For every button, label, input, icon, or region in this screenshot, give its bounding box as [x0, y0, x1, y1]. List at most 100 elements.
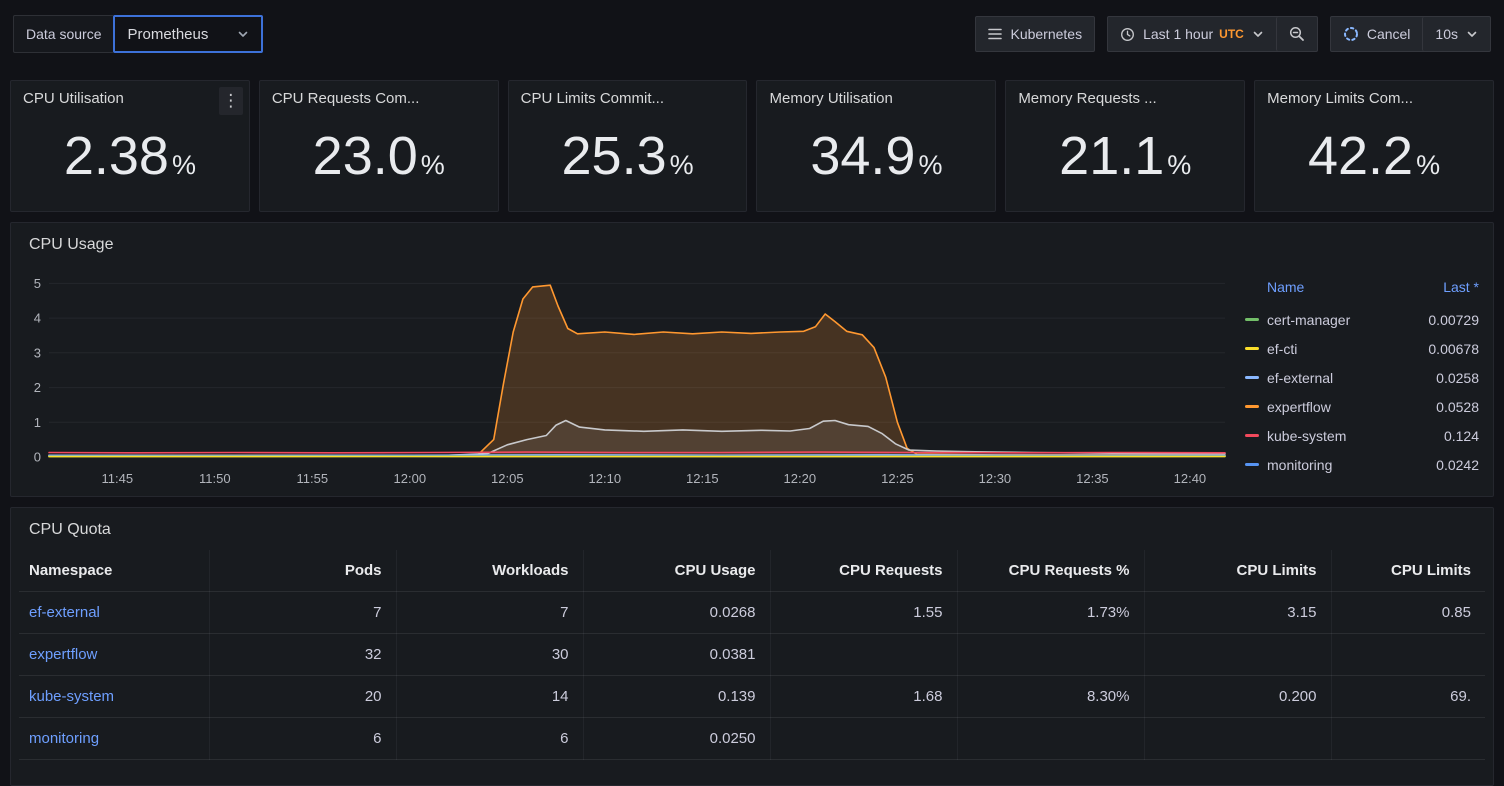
namespace-link[interactable]: kube-system	[29, 688, 114, 705]
quota-column-header[interactable]: Pods	[209, 550, 396, 592]
legend-series-name[interactable]: ef-external	[1267, 370, 1333, 386]
legend-last-value: 0.00678	[1428, 341, 1479, 357]
time-range-button[interactable]: Last 1 hour UTC	[1108, 17, 1276, 51]
stat-panel: CPU Requests Com...23.0%	[259, 80, 499, 212]
zoom-out-icon	[1289, 26, 1305, 42]
svg-text:12:15: 12:15	[686, 471, 719, 486]
quota-row: ef-external770.02681.551.73%3.150.85	[19, 592, 1485, 634]
topbar: Data source Prometheus Kubernetes	[10, 0, 1494, 53]
timezone-label: UTC	[1219, 27, 1244, 41]
quota-cell: 7	[209, 592, 396, 634]
svg-text:3: 3	[34, 345, 41, 360]
quota-cell: 3.15	[1144, 592, 1331, 634]
quota-cell	[770, 634, 957, 676]
stat-panel: Memory Limits Com...42.2%	[1254, 80, 1494, 212]
quota-column-header[interactable]: Workloads	[396, 550, 583, 592]
series-color-swatch	[1245, 318, 1259, 321]
stat-unit: %	[421, 150, 445, 181]
legend-series-name[interactable]: ef-cti	[1267, 341, 1297, 357]
legend-item[interactable]: ef-cti 0.00678	[1245, 334, 1479, 363]
stat-number: 21.1	[1059, 129, 1164, 183]
legend-item[interactable]: expertflow0.0528	[1245, 392, 1479, 421]
stat-value: 21.1%	[1018, 109, 1232, 203]
quota-cell: 6	[396, 718, 583, 760]
kubernetes-button[interactable]: Kubernetes	[975, 16, 1095, 52]
dashboard-page: Data source Prometheus Kubernetes	[0, 0, 1504, 786]
panel-menu-icon[interactable]: ⋮	[219, 87, 243, 115]
quota-cell: expertflow	[19, 634, 209, 676]
stat-value: 42.2%	[1267, 109, 1481, 203]
legend-item[interactable]: monitoring 0.0242	[1245, 450, 1479, 479]
chevron-down-icon	[1252, 28, 1264, 40]
cpu-quota-panel: CPU Quota NamespacePodsWorkloadsCPU Usag…	[10, 507, 1494, 786]
stat-panel-title: CPU Requests Com...	[272, 89, 486, 109]
quota-column-header[interactable]: CPU Limits	[1331, 550, 1485, 592]
quota-cell: 0.200	[1144, 676, 1331, 718]
quota-cell: 6	[209, 718, 396, 760]
legend-last-value: 0.0242	[1436, 457, 1479, 473]
stat-panel: CPU Limits Commit...25.3%	[508, 80, 748, 212]
quota-cell: 0.0268	[583, 592, 770, 634]
chevron-down-icon	[237, 28, 249, 40]
cpu-usage-panel-title: CPU Usage	[19, 231, 1485, 259]
legend-name-header[interactable]: Name	[1267, 279, 1304, 295]
svg-text:12:35: 12:35	[1076, 471, 1109, 486]
zoom-out-button[interactable]	[1276, 17, 1317, 51]
quota-cell: 8.30%	[957, 676, 1144, 718]
stat-number: 42.2	[1308, 129, 1413, 183]
legend-item[interactable]: kube-system0.124	[1245, 421, 1479, 450]
svg-text:4: 4	[34, 311, 41, 326]
series-color-swatch	[1245, 376, 1259, 379]
quota-column-header[interactable]: CPU Limits	[1144, 550, 1331, 592]
quota-cell: 0.139	[583, 676, 770, 718]
stat-unit: %	[1167, 150, 1191, 181]
svg-text:11:55: 11:55	[297, 471, 329, 486]
namespace-link[interactable]: monitoring	[29, 730, 99, 747]
legend-series-name[interactable]: expertflow	[1267, 399, 1331, 415]
legend-item[interactable]: cert-manager 0.00729	[1245, 305, 1479, 334]
clock-icon	[1120, 27, 1135, 42]
legend-series-name[interactable]: cert-manager	[1267, 312, 1350, 328]
namespace-link[interactable]: ef-external	[29, 604, 100, 621]
stat-value: 25.3%	[521, 109, 735, 203]
namespace-link[interactable]: expertflow	[29, 646, 97, 663]
legend-item[interactable]: ef-external0.0258	[1245, 363, 1479, 392]
time-range-label: Last 1 hour	[1143, 26, 1213, 42]
cpu-usage-chart-area[interactable]: 01234511:4511:5011:5512:0012:0512:1012:1…	[19, 259, 1235, 488]
datasource-picker[interactable]: Prometheus	[113, 15, 263, 53]
quota-cell: 1.55	[770, 592, 957, 634]
svg-text:1: 1	[34, 415, 41, 430]
stat-number: 25.3	[562, 129, 667, 183]
quota-column-header[interactable]: CPU Requests %	[957, 550, 1144, 592]
quota-cell: 0.0381	[583, 634, 770, 676]
stat-panel: Memory Requests ...21.1%	[1005, 80, 1245, 212]
cancel-refresh-button[interactable]: Cancel	[1331, 17, 1423, 51]
stat-unit: %	[670, 150, 694, 181]
quota-cell: 0.0250	[583, 718, 770, 760]
quota-column-header[interactable]: Namespace	[19, 550, 209, 592]
refresh-interval-button[interactable]: 10s	[1422, 17, 1490, 51]
stat-value: 23.0%	[272, 109, 486, 203]
legend-series-name[interactable]: kube-system	[1267, 428, 1346, 444]
legend-last-value: 0.00729	[1428, 312, 1479, 328]
refresh-group: Cancel 10s	[1330, 16, 1491, 52]
stat-panel-title: CPU Limits Commit...	[521, 89, 735, 109]
quota-cell: 1.68	[770, 676, 957, 718]
svg-text:12:00: 12:00	[394, 471, 427, 486]
legend-last-header[interactable]: Last *	[1443, 279, 1479, 295]
stat-value: 2.38%	[23, 109, 237, 203]
legend-series-name[interactable]: monitoring	[1267, 457, 1332, 473]
quota-cell: 0.85	[1331, 592, 1485, 634]
stat-panel-title: Memory Utilisation	[769, 89, 983, 109]
svg-text:12:30: 12:30	[979, 471, 1012, 486]
svg-text:0: 0	[34, 450, 41, 465]
quota-cell: 1.73%	[957, 592, 1144, 634]
quota-body: ef-external770.02681.551.73%3.150.85expe…	[19, 592, 1485, 760]
topbar-controls: Kubernetes Last 1 hour UTC	[975, 16, 1491, 52]
stat-panel-title: Memory Requests ...	[1018, 89, 1232, 109]
quota-column-header[interactable]: CPU Requests	[770, 550, 957, 592]
quota-cell: 30	[396, 634, 583, 676]
stat-number: 23.0	[313, 129, 418, 183]
quota-cell: monitoring	[19, 718, 209, 760]
quota-column-header[interactable]: CPU Usage	[583, 550, 770, 592]
